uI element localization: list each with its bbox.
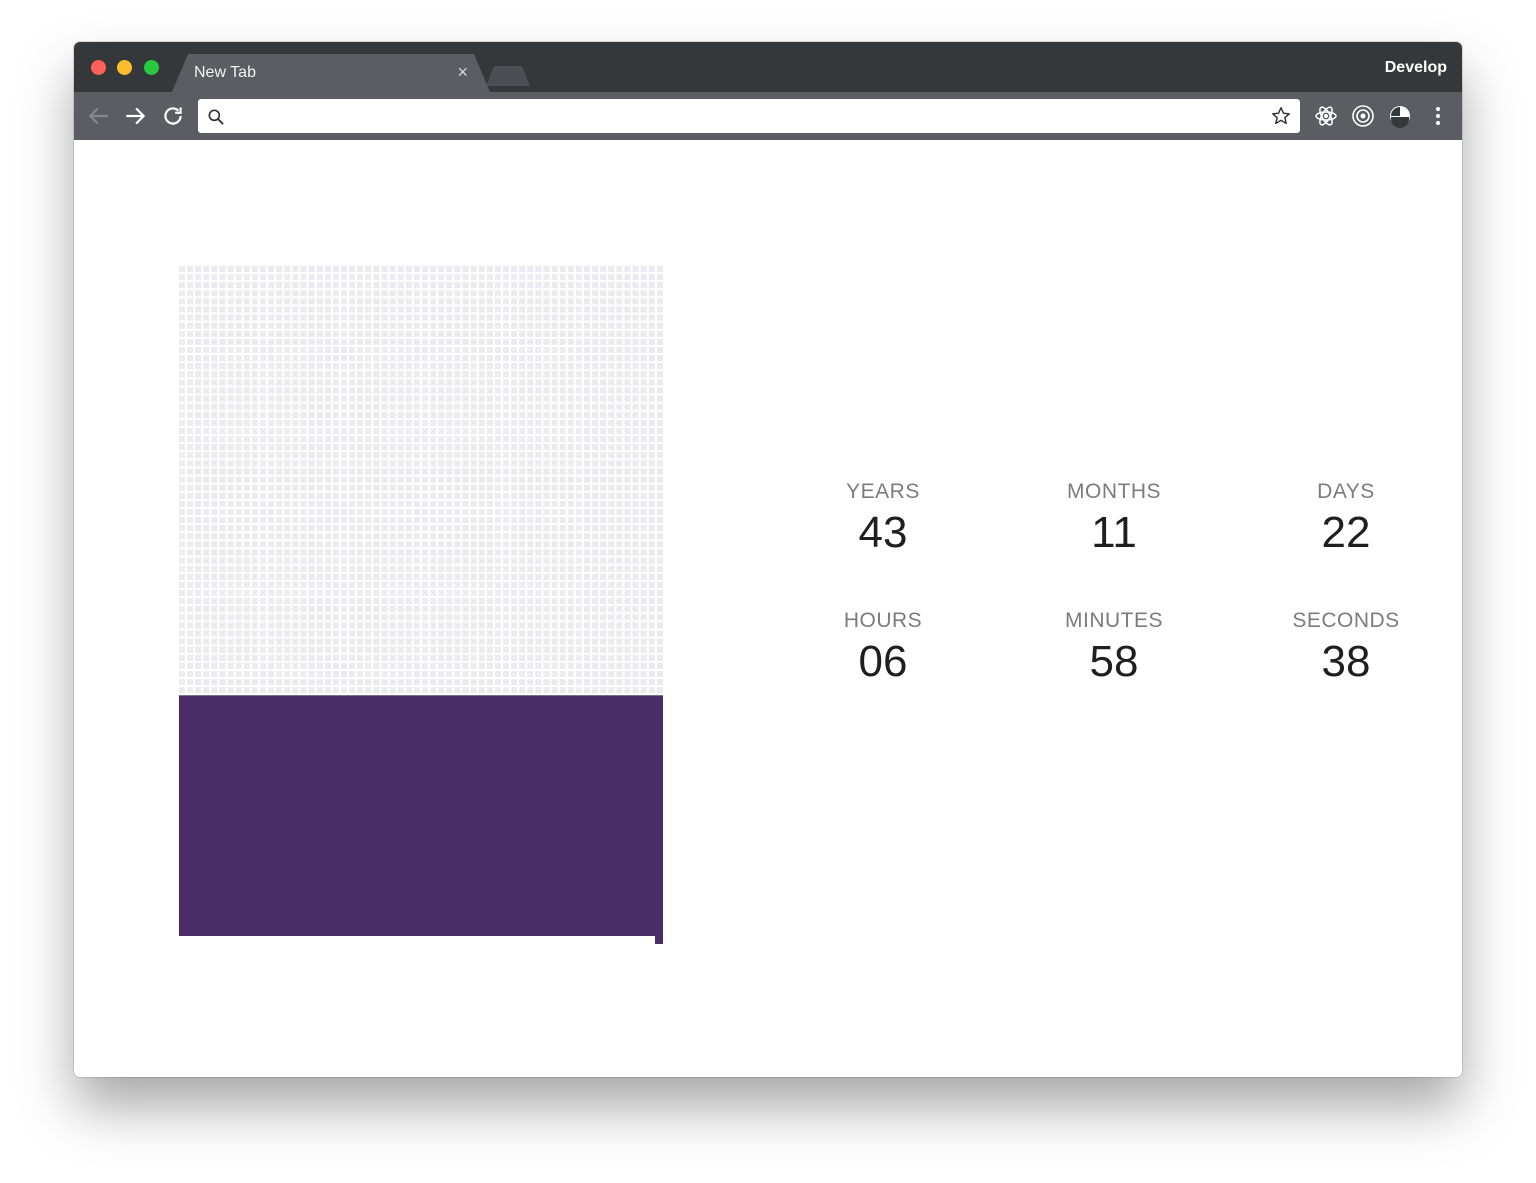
seconds-value: 38 <box>1321 637 1371 686</box>
title-bar: New Tab × Develop <box>74 42 1462 92</box>
develop-menu[interactable]: Develop <box>1385 59 1447 77</box>
address-input[interactable] <box>234 99 1268 135</box>
days-label: DAYS <box>1317 480 1375 503</box>
seconds-stat: SECONDS 38 <box>1246 608 1446 686</box>
tab-title: New Tab <box>194 64 256 81</box>
life-weeks-grid <box>179 266 663 944</box>
search-icon <box>208 109 224 125</box>
new-tab-button[interactable] <box>486 66 530 86</box>
months-stat: MONTHS 11 <box>1014 479 1214 557</box>
address-bar[interactable] <box>198 99 1300 135</box>
years-stat: YEARS 43 <box>783 479 983 557</box>
back-arrow-icon[interactable] <box>86 103 112 129</box>
tab-close-icon[interactable]: × <box>457 62 468 82</box>
days-stat: DAYS 22 <box>1246 479 1446 557</box>
tab-new-tab[interactable]: New Tab × <box>172 54 490 92</box>
star-icon[interactable] <box>1270 105 1292 127</box>
lived-weeks-block <box>179 695 663 936</box>
hours-value: 06 <box>858 637 908 686</box>
forward-arrow-icon[interactable] <box>122 103 148 129</box>
react-devtools-icon[interactable] <box>1314 104 1338 128</box>
hours-stat: HOURS 06 <box>783 608 983 686</box>
minutes-stat: MINUTES 58 <box>1014 608 1214 686</box>
hours-label: HOURS <box>843 609 923 632</box>
months-value: 11 <box>1091 508 1137 557</box>
current-week-marker <box>655 935 663 944</box>
target-extension-icon[interactable] <box>1351 104 1375 128</box>
close-window-button[interactable] <box>91 60 106 75</box>
days-value: 22 <box>1321 508 1371 557</box>
new-tab-page: YEARS 43 MONTHS 11 DAYS 22 HOURS 06 MINU… <box>74 140 1462 1077</box>
browser-window: New Tab × Develop YEARS 43 MONTHS 11 DAY… <box>74 42 1462 1077</box>
years-label: YEARS <box>846 480 920 503</box>
browser-toolbar <box>74 92 1462 140</box>
seconds-label: SECONDS <box>1292 609 1400 632</box>
clock-extension-icon[interactable] <box>1388 104 1412 128</box>
minimize-window-button[interactable] <box>117 60 132 75</box>
minutes-value: 58 <box>1089 637 1139 686</box>
years-value: 43 <box>858 508 908 557</box>
more-vert-icon[interactable] <box>1426 104 1450 128</box>
maximize-window-button[interactable] <box>144 60 159 75</box>
minutes-label: MINUTES <box>1065 609 1163 632</box>
months-label: MONTHS <box>1067 480 1161 503</box>
reload-icon[interactable] <box>160 103 186 129</box>
